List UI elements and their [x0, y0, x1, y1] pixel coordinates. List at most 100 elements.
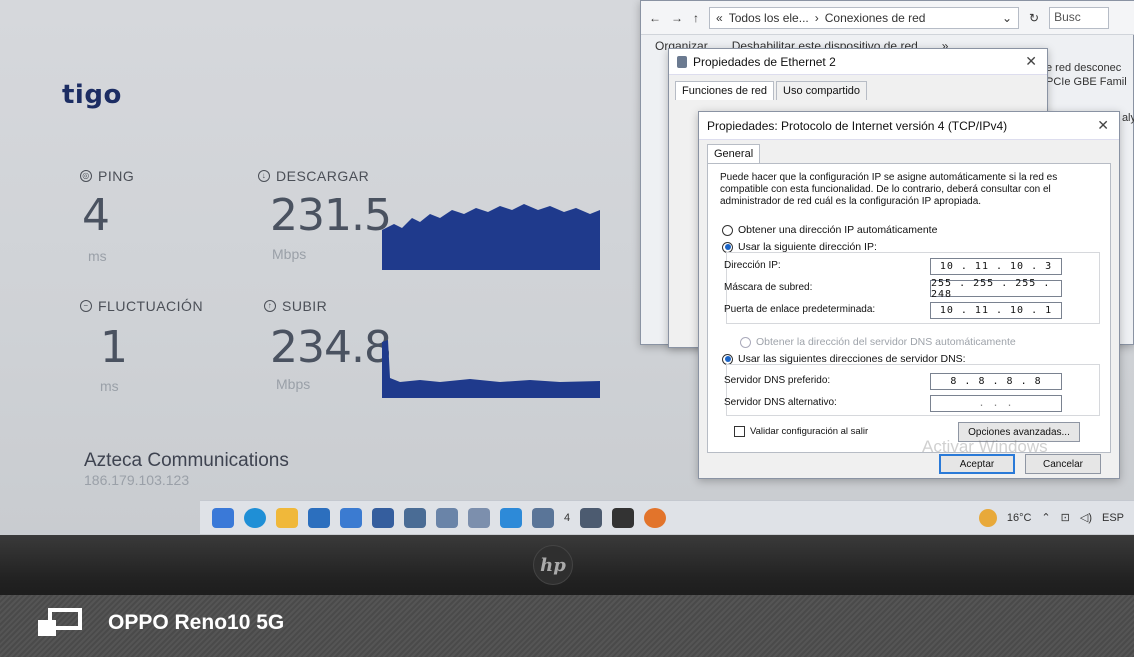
provider-name: Azteca Communications [84, 450, 289, 471]
ip-description: Puede hacer que la configuración IP se a… [720, 172, 1058, 207]
breadcrumb-all-items[interactable]: Todos los ele... [729, 11, 809, 25]
remote-desktop-icon[interactable] [468, 507, 490, 528]
ethernet-tabs: Funciones de red Uso compartido [669, 75, 1047, 100]
weather-icon[interactable] [978, 508, 997, 527]
download-value: 231.5 [270, 190, 392, 241]
radio-auto-dns[interactable]: Obtener la dirección del servidor DNS au… [740, 336, 1016, 348]
address-bar[interactable]: « Todos los ele... › Conexiones de red ⌄ [709, 6, 1019, 29]
upload-icon: ↑ [264, 300, 276, 312]
network-icon[interactable]: ⊡ [1061, 511, 1070, 524]
speedtest-panel: tigo ◎ PING 4 ms ↓ DESCARGAR 231.5 Mbps … [0, 0, 660, 505]
validate-checkbox[interactable] [734, 426, 745, 437]
widgets-icon[interactable] [212, 507, 234, 528]
ip-address-field[interactable]: 10 . 11 . 10 . 3 [930, 258, 1062, 275]
upload-graph-area [382, 340, 600, 398]
volume-icon[interactable]: ◁) [1080, 511, 1092, 524]
cancel-button[interactable]: Cancelar [1025, 454, 1101, 474]
camera-icon[interactable] [404, 507, 426, 528]
ethernet-titlebar: Propiedades de Ethernet 2 ✕ [669, 49, 1047, 75]
phone-icon-front-square [38, 620, 56, 636]
adapter-device-text: PCIe GBE Famil [1046, 76, 1127, 88]
forward-arrow-icon[interactable]: → [671, 11, 683, 25]
validate-on-exit[interactable]: Validar configuración al salir [734, 426, 868, 437]
gateway-field[interactable]: 10 . 11 . 10 . 1 [930, 302, 1062, 319]
settings-icon[interactable] [580, 507, 603, 528]
radio-static-ip-circle[interactable] [722, 241, 733, 253]
general-panel: Puede hacer que la configuración IP se a… [707, 163, 1111, 453]
provider-ip: 186.179.103.123 [84, 472, 190, 488]
network-app-icon[interactable] [436, 507, 458, 528]
photo-stage: tigo ◎ PING 4 ms ↓ DESCARGAR 231.5 Mbps … [0, 0, 1134, 657]
ping-value: 4 [82, 190, 110, 241]
refresh-icon[interactable]: ↻ [1029, 11, 1039, 25]
jitter-label: − FLUCTUACIÓN [80, 298, 203, 314]
back-arrow-icon[interactable]: ← [649, 11, 661, 25]
windows-taskbar: 4 16°C ⌃ ⊡ ◁) ESP [200, 500, 1134, 534]
download-unit: Mbps [272, 246, 307, 262]
ping-unit: ms [88, 248, 107, 264]
control-panel-icon[interactable] [500, 507, 522, 528]
dns-alternate-field[interactable]: . . . [930, 395, 1062, 412]
ethernet-title: Propiedades de Ethernet 2 [693, 54, 836, 69]
dns-alternate-label: Servidor DNS alternativo: [724, 397, 837, 408]
gateway-row: Puerta de enlace predeterminada: [724, 304, 875, 315]
ipv4-properties-dialog: Propiedades: Protocolo de Internet versi… [698, 111, 1120, 479]
store-icon[interactable] [340, 507, 362, 528]
close-icon[interactable]: ✕ [1025, 53, 1037, 70]
breadcrumb-network-connections[interactable]: Conexiones de red [825, 11, 926, 25]
file-explorer-icon[interactable] [276, 507, 298, 528]
subnet-mask-field[interactable]: 255 . 255 . 255 . 248 [930, 278, 1062, 300]
weather-temp[interactable]: 16°C [1007, 512, 1032, 524]
download-icon: ↓ [258, 170, 270, 182]
subnet-mask-label: Máscara de subred: [724, 282, 813, 293]
chevron-up-icon[interactable]: ⌃ [1041, 511, 1050, 524]
radio-auto-ip[interactable]: Obtener una dirección IP automáticamente [722, 224, 937, 236]
ip-address-label: Dirección IP: [724, 260, 781, 271]
radio-auto-ip-circle[interactable] [722, 224, 733, 236]
jitter-unit: ms [100, 378, 119, 394]
terminal-icon[interactable] [612, 507, 635, 528]
download-label: ↓ DESCARGAR [258, 168, 369, 184]
network-connections-taskbar-icon[interactable] [532, 507, 554, 528]
network-adapter-icon [677, 55, 687, 68]
radio-auto-dns-circle[interactable] [740, 336, 751, 348]
radio-auto-ip-label: Obtener una dirección IP automáticamente [738, 224, 938, 236]
upload-label-text: SUBIR [282, 298, 328, 314]
upload-value: 234.8 [270, 322, 392, 373]
phone-model-label: OPPO Reno10 5G [108, 611, 285, 634]
dns-preferred-label: Servidor DNS preferido: [724, 375, 831, 386]
close-icon[interactable]: ✕ [1097, 117, 1109, 134]
tab-general[interactable]: General [707, 144, 761, 163]
radio-auto-dns-label: Obtener la dirección del servidor DNS au… [756, 336, 1016, 348]
ping-label: ◎ PING [80, 168, 134, 184]
firefox-icon[interactable] [644, 507, 667, 528]
up-arrow-icon[interactable]: ↑ [693, 11, 699, 25]
search-input[interactable]: Busc [1049, 6, 1110, 29]
subnet-row: Máscara de subred: [724, 282, 812, 293]
tab-sharing[interactable]: Uso compartido [776, 81, 868, 100]
edge-browser-icon[interactable] [244, 507, 266, 528]
dns-preferred-row: Servidor DNS preferido: [724, 375, 830, 386]
jitter-icon: − [80, 300, 92, 312]
ping-icon: ◎ [80, 170, 92, 182]
adapter-status-text: e red desconec [1046, 62, 1122, 74]
chevron-down-icon[interactable]: ⌄ [1002, 11, 1012, 25]
security-shield-icon[interactable] [372, 507, 394, 528]
activate-windows-watermark: Activar Windows [922, 437, 1048, 456]
language-indicator[interactable]: ESP [1102, 512, 1124, 524]
mail-badge: 4 [564, 511, 571, 524]
accept-button[interactable]: Aceptar [939, 454, 1015, 474]
hp-logo: hp [533, 545, 573, 585]
explorer-navbar: ← → ↑ « Todos los ele... › Conexiones de… [641, 1, 1134, 35]
laptop-screen: tigo ◎ PING 4 ms ↓ DESCARGAR 231.5 Mbps … [0, 0, 1134, 535]
mail-icon[interactable] [308, 507, 330, 528]
ipv4-titlebar: Propiedades: Protocolo de Internet versi… [699, 112, 1119, 140]
system-tray: 16°C ⌃ ⊡ ◁) ESP [978, 508, 1134, 527]
download-graph-area [382, 204, 600, 270]
tab-network-functions[interactable]: Funciones de red [675, 81, 774, 100]
download-graph [382, 204, 600, 270]
radio-static-dns-circle[interactable] [722, 353, 733, 365]
dns-preferred-field[interactable]: 8 . 8 . 8 . 8 [930, 373, 1062, 390]
upload-unit: Mbps [276, 376, 311, 392]
dns-alternate-row: Servidor DNS alternativo: [724, 397, 837, 408]
